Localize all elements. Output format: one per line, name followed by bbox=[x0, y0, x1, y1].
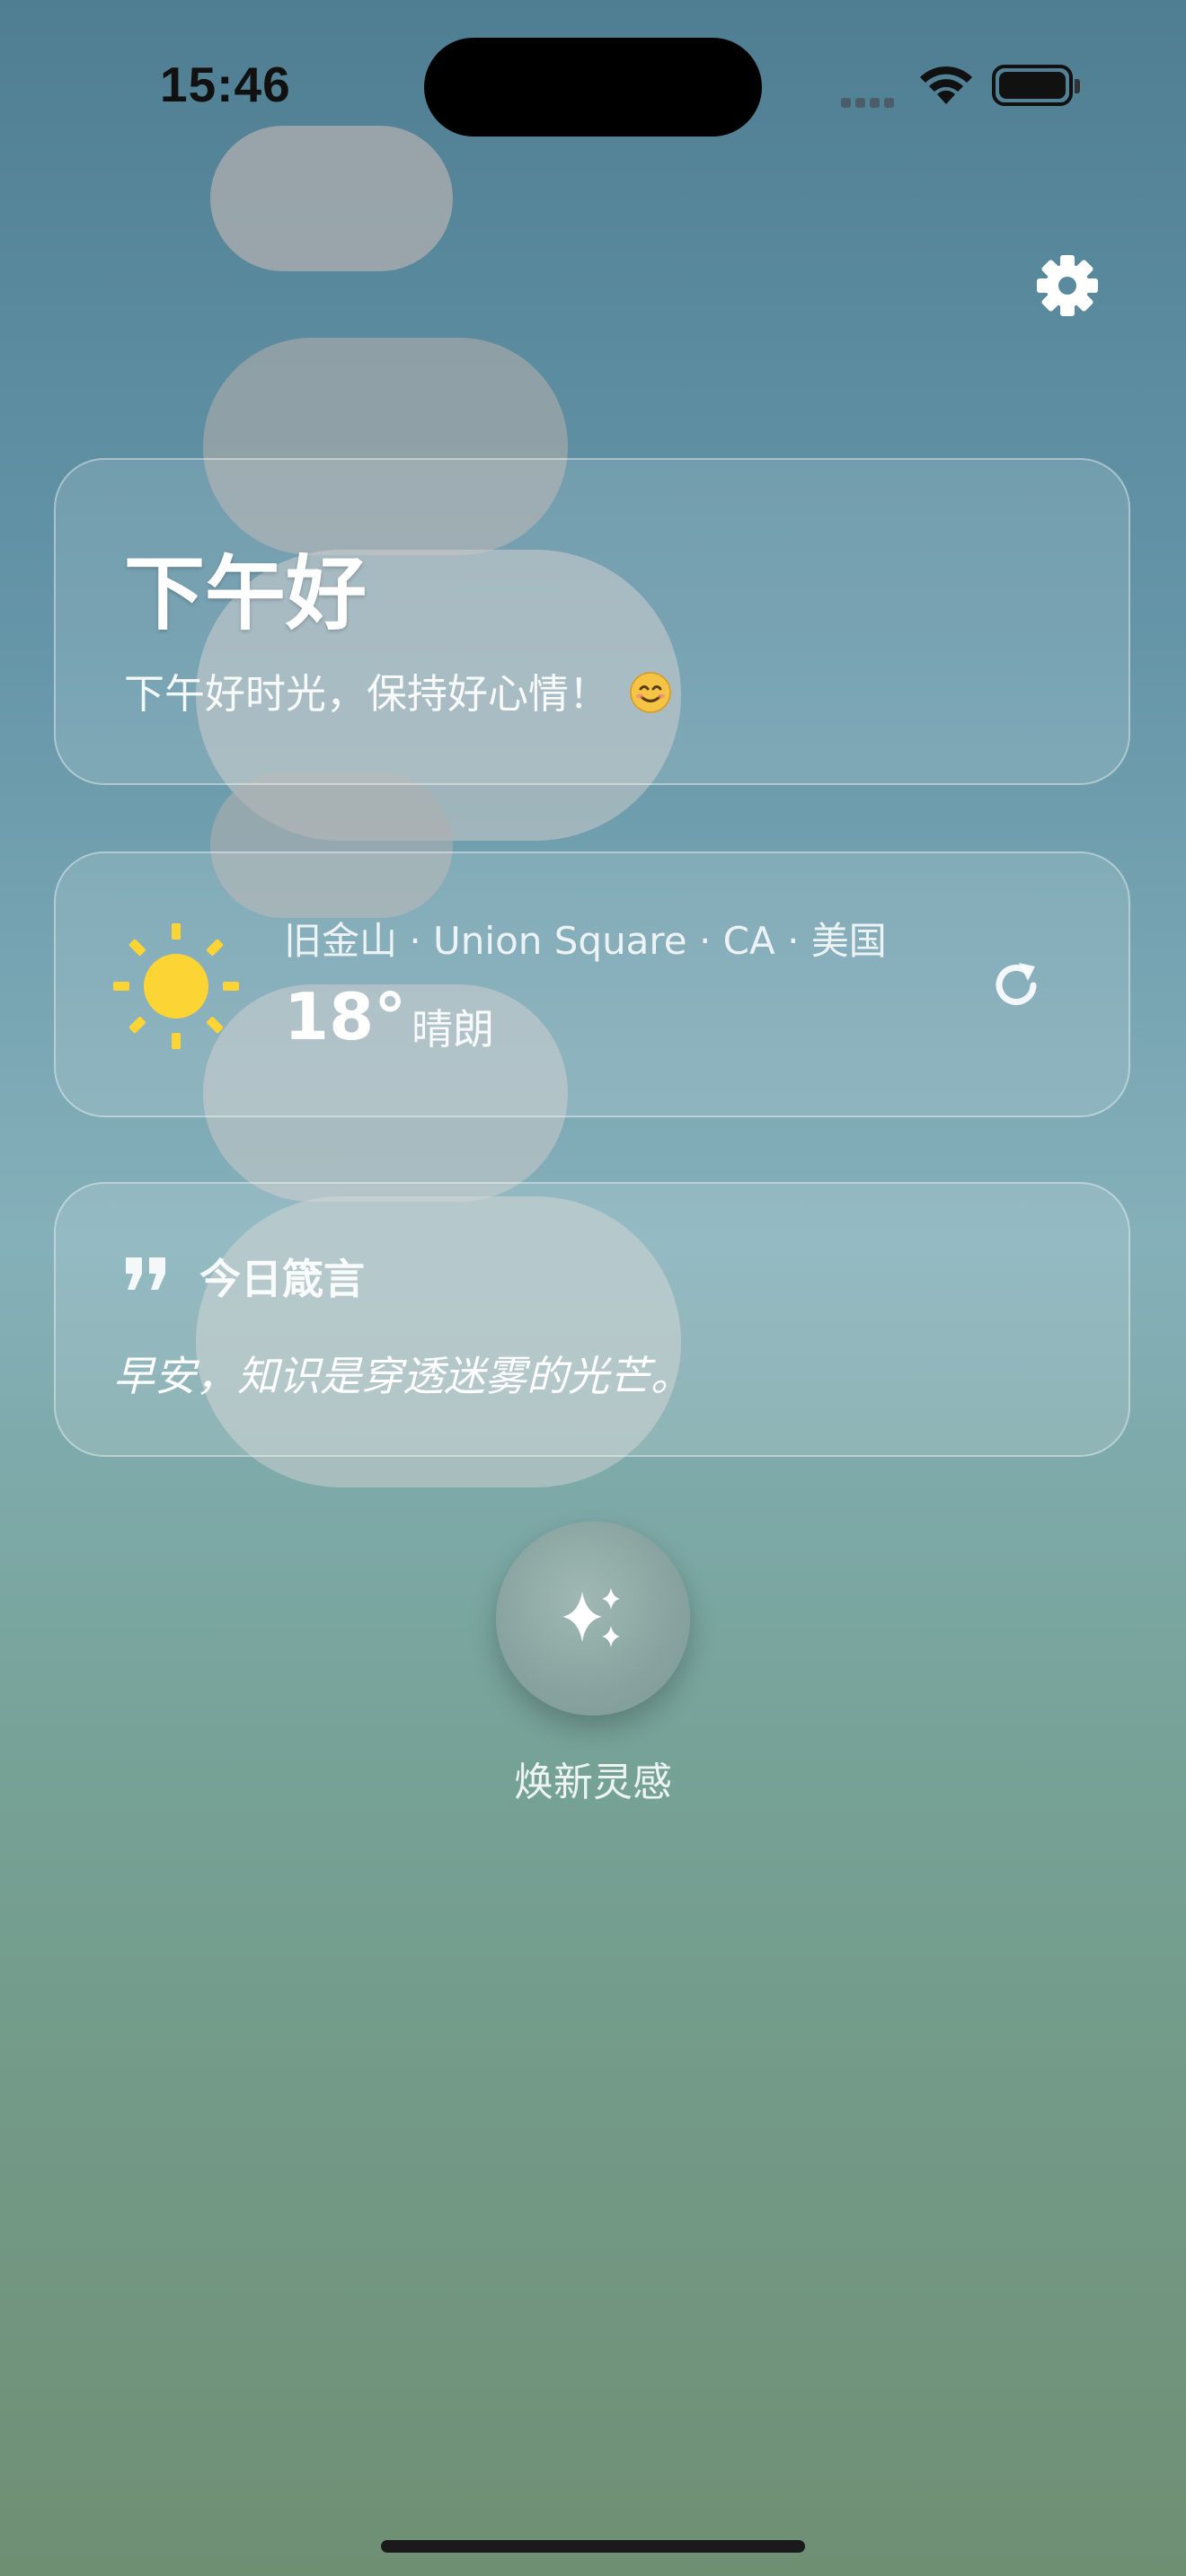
smiley-emoji-icon bbox=[629, 671, 672, 724]
weather-card: 旧金山 · Union Square · CA · 美国 18° 晴朗 bbox=[54, 851, 1130, 1117]
quote-title: 今日箴言 bbox=[199, 1255, 365, 1303]
sun-icon bbox=[113, 923, 239, 1049]
refresh-icon[interactable] bbox=[987, 956, 1046, 1015]
greeting-card: 下午好 下午好时光，保持好心情！ bbox=[54, 458, 1130, 785]
greeting-subtitle: 下午好时光，保持好心情！ bbox=[124, 661, 672, 724]
dynamic-island bbox=[424, 38, 762, 137]
quote-marks-icon bbox=[126, 1257, 165, 1290]
cellular-signal-icon bbox=[841, 94, 898, 108]
refresh-inspiration-label: 焕新灵感 bbox=[514, 1760, 672, 1805]
weather-location: 旧金山 · Union Square · CA · 美国 bbox=[284, 919, 887, 963]
daily-quote-card: 今日箴言 早安，知识是穿透迷雾的光芒。 bbox=[54, 1182, 1130, 1457]
wifi-icon bbox=[920, 66, 972, 104]
battery-tip bbox=[1075, 79, 1080, 93]
weather-condition: 晴朗 bbox=[412, 1005, 494, 1054]
settings-gear-icon[interactable] bbox=[1035, 253, 1100, 318]
quote-text: 早安，知识是穿透迷雾的光芒。 bbox=[113, 1352, 692, 1400]
refresh-inspiration-button[interactable] bbox=[496, 1522, 690, 1716]
status-bar: 15:46 bbox=[0, 0, 1186, 144]
greeting-subtitle-text: 下午好时光，保持好心情！ bbox=[124, 670, 610, 718]
battery-icon bbox=[992, 65, 1073, 106]
status-time: 15:46 bbox=[160, 57, 291, 112]
sparkles-icon bbox=[562, 1588, 620, 1647]
decorative-cloud bbox=[210, 126, 453, 271]
greeting-title: 下午好 bbox=[124, 547, 367, 641]
weather-temperature: 18° bbox=[284, 979, 407, 1054]
home-indicator[interactable] bbox=[381, 2540, 805, 2553]
